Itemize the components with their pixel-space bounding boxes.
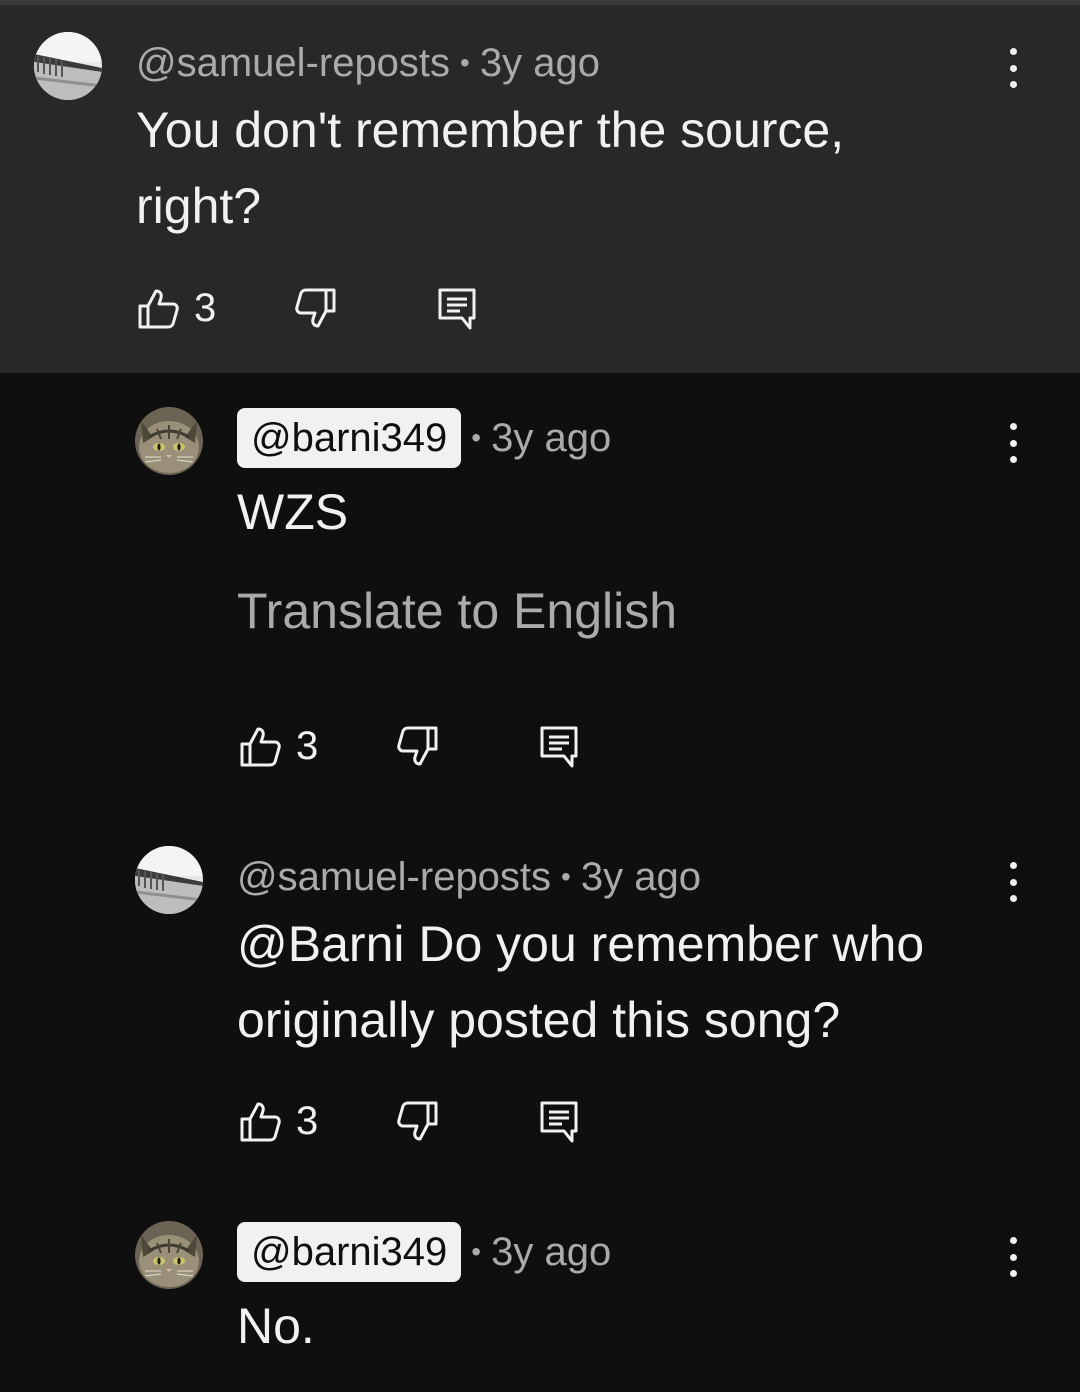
cat-photo-avatar-icon (135, 407, 203, 475)
separator-dot: • (471, 422, 482, 453)
reply-button[interactable] (538, 724, 582, 768)
cat-photo-avatar-icon (135, 1221, 203, 1289)
comment-author-badge[interactable]: @barni349 (237, 1222, 462, 1282)
reply-button[interactable] (538, 1099, 582, 1143)
dislike-button[interactable] (294, 286, 338, 330)
comment-actions: 3 (238, 1099, 598, 1143)
dislike-button[interactable] (396, 724, 440, 768)
avatar[interactable] (34, 32, 102, 100)
comment-actions: 3 (136, 286, 496, 330)
comment-header: @samuel-reposts • 3y ago (136, 38, 600, 88)
reply-button[interactable] (436, 286, 480, 330)
separator-dot: • (561, 861, 571, 892)
comment-text: @Barni Do you remember who originally po… (237, 916, 925, 1048)
separator-dot: • (460, 47, 470, 78)
bridge-photo-avatar-icon (34, 32, 102, 100)
like-count: 3 (194, 286, 217, 330)
thumbs-up-icon (136, 287, 180, 331)
like-count: 3 (296, 1099, 319, 1143)
more-vert-icon[interactable] (1007, 862, 1019, 902)
more-vert-icon[interactable] (1007, 1237, 1019, 1277)
more-vert-icon[interactable] (1007, 48, 1019, 88)
comment-time: 3y ago (479, 40, 600, 85)
comment-actions: 3 (238, 724, 598, 768)
comment-time: 3y ago (580, 854, 701, 899)
reply-comment-icon (538, 724, 582, 768)
comment-header: @barni349 • 3y ago (237, 408, 611, 468)
like-count: 3 (296, 724, 319, 768)
comment-time: 3y ago (491, 415, 612, 460)
like-button[interactable]: 3 (136, 286, 216, 331)
like-button[interactable]: 3 (238, 724, 318, 769)
comment-text: You don't remember the source, right? (136, 102, 845, 234)
comment-text: WZS (237, 484, 349, 540)
dislike-button[interactable] (396, 1099, 440, 1143)
comment-time: 3y ago (491, 1229, 612, 1274)
comment-author[interactable]: @samuel-reposts (237, 855, 551, 900)
avatar[interactable] (135, 846, 203, 914)
thumbs-down-icon (294, 286, 338, 330)
reply-comment-icon (538, 1099, 582, 1143)
more-vert-icon[interactable] (1007, 423, 1019, 463)
thumbs-up-icon (238, 725, 282, 769)
avatar[interactable] (135, 1221, 203, 1289)
thumbs-down-icon (396, 724, 440, 768)
avatar[interactable] (135, 407, 203, 475)
separator-dot: • (471, 1236, 482, 1267)
comment-header: @samuel-reposts • 3y ago (237, 852, 701, 902)
thumbs-down-icon (396, 1099, 440, 1143)
comment-text: No. (237, 1298, 315, 1354)
translate-link[interactable]: Translate to English (237, 582, 677, 640)
reply-comment-icon (436, 286, 480, 330)
comment-author-badge[interactable]: @barni349 (237, 408, 462, 468)
thumbs-up-icon (238, 1100, 282, 1144)
comment-author[interactable]: @samuel-reposts (136, 41, 450, 86)
comment-header: @barni349 • 3y ago (237, 1222, 611, 1282)
like-button[interactable]: 3 (238, 1099, 318, 1144)
bridge-photo-avatar-icon (135, 846, 203, 914)
